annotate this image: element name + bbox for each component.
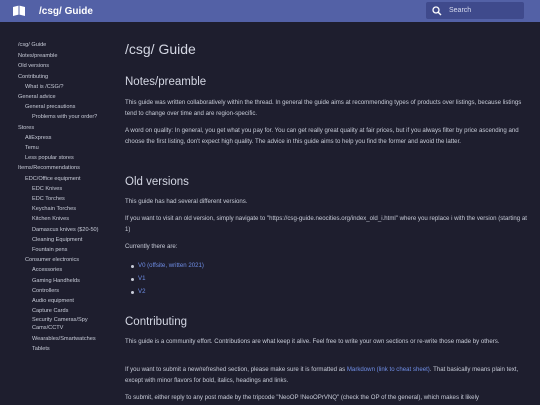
sidebar-title[interactable]: /csg/ Guide [12, 40, 112, 50]
sidebar-item-kitchen-knives[interactable]: Kitchen Knives [12, 214, 112, 224]
version-link-v2[interactable]: V2 [138, 288, 145, 295]
notes-paragraph-1: This guide was written collaboratively w… [125, 99, 522, 117]
sidebar-item-controllers[interactable]: Controllers [12, 286, 112, 296]
old-versions-paragraph-1: This guide has had several different ver… [125, 198, 248, 205]
sidebar-item-notes-preamble[interactable]: Notes/preamble [12, 51, 112, 61]
contributing-text-before: If you want to submit a new/refreshed se… [125, 366, 347, 373]
sidebar-list: Notes/preamble Old versions Contributing Wh… [12, 51, 112, 354]
old-versions-paragraph-2: If you want to visit an old version, sim… [125, 215, 527, 233]
list-item: V0 (offsite, written 2021) [125, 261, 204, 274]
sidebar-item-capture-cards[interactable]: Capture Cards [12, 306, 112, 316]
sidebar-item-contributing[interactable]: Contributing [12, 72, 112, 82]
sidebar-item-stores[interactable]: Stores [12, 123, 112, 133]
heading-old-versions: Old versions [125, 176, 189, 188]
sidebar-item-less-popular-stores[interactable]: Less popular stores [12, 153, 112, 163]
main-content: /csg/ Guide Notes/preamble This guide wa… [125, 0, 535, 405]
contributing-paragraph-2: If you want to submit a new/refreshed se… [125, 365, 533, 386]
sidebar-item-audio-equipment[interactable]: Audio equipment [12, 296, 112, 306]
sidebar-item-tablets[interactable]: Tablets [12, 344, 112, 354]
list-item: V2 [125, 287, 204, 300]
sidebar-item-edc-office-equipment[interactable]: EDC/Office equipment [12, 174, 112, 184]
sidebar-item-aliexpress[interactable]: AliExpress [12, 133, 112, 143]
sidebar-item-problems-with-your-order[interactable]: Problems with your order? [12, 112, 112, 122]
sidebar-item-damascus-knives-20-50[interactable]: Damascus knives ($20-50) [12, 225, 112, 235]
sidebar-item-cleaning-equipment[interactable]: Cleaning Equipment [12, 235, 112, 245]
sidebar-item-security-cameras-spy-cams-cctv[interactable]: Security Cameras/Spy Cams/CCTV [12, 316, 112, 333]
sidebar-item-edc-torches[interactable]: EDC Torches [12, 194, 112, 204]
site-title[interactable]: /csg/ Guide [39, 6, 93, 17]
notes-paragraph-2: A word on quality: In general, you get w… [125, 127, 519, 145]
sidebar-item-wearables-smartwatches[interactable]: Wearables/Smartwatches [12, 334, 112, 344]
sidebar-item-accessories[interactable]: Accessories [12, 265, 112, 275]
book-logo-icon[interactable] [12, 5, 26, 17]
sidebar-item-items-recommendations[interactable]: Items/Recommendations [12, 163, 112, 173]
version-links: V0 (offsite, written 2021) V1 V2 [125, 261, 204, 300]
sidebar-item-keychain-torches[interactable]: Keychain Torches [12, 204, 112, 214]
sidebar-item-edc-knives[interactable]: EDC Knives [12, 184, 112, 194]
heading-contributing: Contributing [125, 316, 188, 328]
heading-notes: Notes/preamble [125, 76, 207, 88]
sidebar-item-temu[interactable]: Temu [12, 143, 112, 153]
contributing-paragraph-3: To submit, either reply to any post made… [125, 394, 479, 401]
contributing-paragraph-1: This guide is a community effort. Contri… [125, 338, 500, 345]
sidebar-item-what-is-csg[interactable]: What is /CSG/? [12, 82, 112, 92]
sidebar-item-general-advice[interactable]: General advice [12, 92, 112, 102]
markdown-link[interactable]: Markdown (link to cheat sheet) [347, 366, 430, 373]
sidebar-item-gaming-handhelds[interactable]: Gaming Handhelds [12, 276, 112, 286]
sidebar-item-consumer-electronics[interactable]: Consumer electronics [12, 255, 112, 265]
sidebar-nav: /csg/ Guide Notes/preamble Old versions Co… [12, 40, 112, 354]
sidebar-item-general-precautions[interactable]: General precautions [12, 102, 112, 112]
sidebar-item-fountain-pens[interactable]: Fountain pens [12, 245, 112, 255]
page-title: /csg/ Guide [125, 41, 196, 57]
version-link-v0[interactable]: V0 (offsite, written 2021) [138, 262, 204, 269]
old-versions-paragraph-3: Currently there are: [125, 243, 178, 250]
version-link-v1[interactable]: V1 [138, 275, 145, 282]
sidebar-item-old-versions[interactable]: Old versions [12, 61, 112, 71]
list-item: V1 [125, 274, 204, 287]
